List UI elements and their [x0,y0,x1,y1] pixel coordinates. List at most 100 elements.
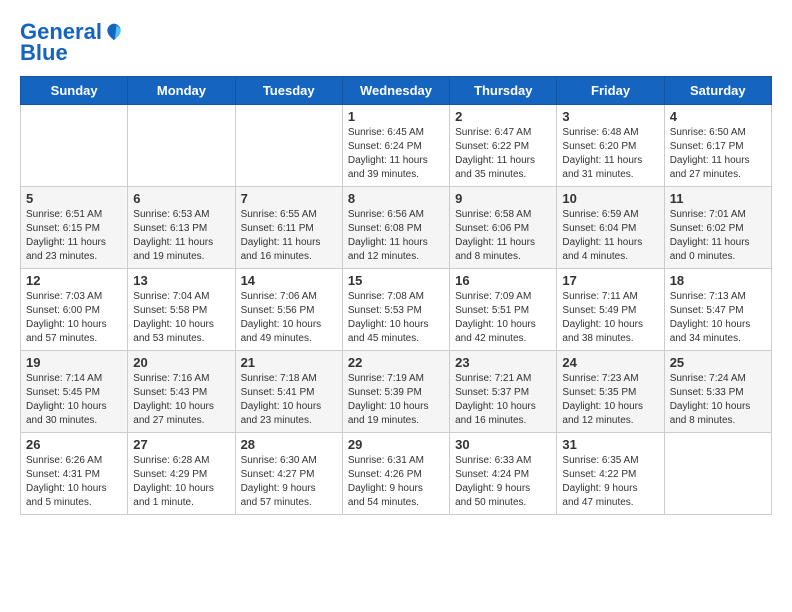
day-cell-9: 9Sunrise: 6:58 AM Sunset: 6:06 PM Daylig… [450,187,557,269]
day-info: Sunrise: 7:13 AM Sunset: 5:47 PM Dayligh… [670,290,766,346]
weekday-header-monday: Monday [128,77,235,105]
day-info: Sunrise: 6:53 AM Sunset: 6:13 PM Dayligh… [133,208,229,264]
day-info: Sunrise: 6:28 AM Sunset: 4:29 PM Dayligh… [133,454,229,510]
day-info: Sunrise: 6:35 AM Sunset: 4:22 PM Dayligh… [562,454,658,510]
day-info: Sunrise: 7:16 AM Sunset: 5:43 PM Dayligh… [133,372,229,428]
day-cell-30: 30 Sunrise: 6:33 AM Sunset: 4:24 PM Dayli… [450,433,557,515]
week-row-5: 26Sunrise: 6:26 AM Sunset: 4:31 PM Dayli… [21,433,772,515]
day-info: Sunrise: 6:47 AM Sunset: 6:22 PM Dayligh… [455,126,551,182]
empty-cell [21,105,128,187]
day-cell-27: 27 Sunrise: 6:28 AM Sunset: 4:29 PM Dayli… [128,433,235,515]
day-info: Sunrise: 6:50 AM Sunset: 6:17 PM Dayligh… [670,126,766,182]
day-info: Sunrise: 7:23 AM Sunset: 5:35 PM Dayligh… [562,372,658,428]
day-cell-7: 7 Sunrise: 6:55 AM Sunset: 6:11 PM Daylig… [235,187,342,269]
day-cell-24: 24 Sunrise: 7:23 AM Sunset: 5:35 PM Dayli… [557,351,664,433]
day-number: 14 [241,273,337,288]
day-info: Sunrise: 7:21 AM Sunset: 5:37 PM Dayligh… [455,372,551,428]
day-cell-17: 17 Sunrise: 7:11 AM Sunset: 5:49 PM Dayli… [557,269,664,351]
day-number: 11 [670,191,766,206]
day-cell-14: 14 Sunrise: 7:06 AM Sunset: 5:56 PM Dayli… [235,269,342,351]
day-number: 7 [241,191,337,206]
day-number: 20 [133,355,229,370]
day-cell-16: 16Sunrise: 7:09 AM Sunset: 5:51 PM Dayli… [450,269,557,351]
day-cell-19: 19 Sunrise: 7:14 AM Sunset: 5:45 PM Dayli… [21,351,128,433]
empty-cell [128,105,235,187]
day-info: Sunrise: 6:59 AM Sunset: 6:04 PM Dayligh… [562,208,658,264]
day-info: Sunrise: 7:14 AM Sunset: 5:45 PM Dayligh… [26,372,122,428]
weekday-header-saturday: Saturday [664,77,771,105]
day-number: 29 [348,437,444,452]
day-info: Sunrise: 7:08 AM Sunset: 5:53 PM Dayligh… [348,290,444,346]
day-info: Sunrise: 6:48 AM Sunset: 6:20 PM Dayligh… [562,126,658,182]
day-number: 2 [455,109,551,124]
day-number: 28 [241,437,337,452]
day-number: 13 [133,273,229,288]
day-info: Sunrise: 6:30 AM Sunset: 4:27 PM Dayligh… [241,454,337,510]
day-info: Sunrise: 7:18 AM Sunset: 5:41 PM Dayligh… [241,372,337,428]
weekday-header-tuesday: Tuesday [235,77,342,105]
weekday-header-thursday: Thursday [450,77,557,105]
day-number: 6 [133,191,229,206]
day-info: Sunrise: 6:51 AM Sunset: 6:15 PM Dayligh… [26,208,122,264]
week-row-2: 5 Sunrise: 6:51 AM Sunset: 6:15 PM Daylig… [21,187,772,269]
day-number: 19 [26,355,122,370]
day-info: Sunrise: 7:01 AM Sunset: 6:02 PM Dayligh… [670,208,766,264]
day-info: Sunrise: 6:56 AM Sunset: 6:08 PM Dayligh… [348,208,444,264]
day-info: Sunrise: 7:11 AM Sunset: 5:49 PM Dayligh… [562,290,658,346]
day-info: Sunrise: 6:55 AM Sunset: 6:11 PM Dayligh… [241,208,337,264]
weekday-header-friday: Friday [557,77,664,105]
day-cell-1: 1 Sunrise: 6:45 AM Sunset: 6:24 PM Daylig… [342,105,449,187]
day-info: Sunrise: 6:45 AM Sunset: 6:24 PM Dayligh… [348,126,444,182]
day-info: Sunrise: 6:33 AM Sunset: 4:24 PM Dayligh… [455,454,551,510]
weekday-header-wednesday: Wednesday [342,77,449,105]
day-cell-12: 12 Sunrise: 7:03 AM Sunset: 6:00 PM Dayli… [21,269,128,351]
day-number: 31 [562,437,658,452]
day-number: 5 [26,191,122,206]
day-info: Sunrise: 6:31 AM Sunset: 4:26 PM Dayligh… [348,454,444,510]
day-number: 15 [348,273,444,288]
day-cell-11: 11 Sunrise: 7:01 AM Sunset: 6:02 PM Dayli… [664,187,771,269]
day-number: 12 [26,273,122,288]
day-cell-25: 25 Sunrise: 7:24 AM Sunset: 5:33 PM Dayli… [664,351,771,433]
weekday-header-row: SundayMondayTuesdayWednesdayThursdayFrid… [21,77,772,105]
logo: General Blue [20,20,124,66]
day-cell-3: 3Sunrise: 6:48 AM Sunset: 6:20 PM Daylig… [557,105,664,187]
day-cell-2: 2 Sunrise: 6:47 AM Sunset: 6:22 PM Daylig… [450,105,557,187]
day-cell-6: 6 Sunrise: 6:53 AM Sunset: 6:13 PM Daylig… [128,187,235,269]
day-cell-23: 23 Sunrise: 7:21 AM Sunset: 5:37 PM Dayli… [450,351,557,433]
day-number: 9 [455,191,551,206]
day-number: 30 [455,437,551,452]
day-cell-18: 18 Sunrise: 7:13 AM Sunset: 5:47 PM Dayli… [664,269,771,351]
day-number: 16 [455,273,551,288]
day-number: 27 [133,437,229,452]
day-cell-29: 29 Sunrise: 6:31 AM Sunset: 4:26 PM Dayli… [342,433,449,515]
empty-cell [235,105,342,187]
day-number: 25 [670,355,766,370]
day-info: Sunrise: 6:26 AM Sunset: 4:31 PM Dayligh… [26,454,122,510]
day-number: 8 [348,191,444,206]
day-cell-8: 8 Sunrise: 6:56 AM Sunset: 6:08 PM Daylig… [342,187,449,269]
day-info: Sunrise: 7:06 AM Sunset: 5:56 PM Dayligh… [241,290,337,346]
empty-cell [664,433,771,515]
day-cell-4: 4Sunrise: 6:50 AM Sunset: 6:17 PM Daylig… [664,105,771,187]
day-cell-5: 5 Sunrise: 6:51 AM Sunset: 6:15 PM Daylig… [21,187,128,269]
week-row-4: 19 Sunrise: 7:14 AM Sunset: 5:45 PM Dayli… [21,351,772,433]
calendar-table: SundayMondayTuesdayWednesdayThursdayFrid… [20,76,772,515]
day-cell-21: 21 Sunrise: 7:18 AM Sunset: 5:41 PM Dayli… [235,351,342,433]
day-cell-26: 26Sunrise: 6:26 AM Sunset: 4:31 PM Dayli… [21,433,128,515]
day-info: Sunrise: 7:03 AM Sunset: 6:00 PM Dayligh… [26,290,122,346]
day-number: 22 [348,355,444,370]
day-number: 18 [670,273,766,288]
day-info: Sunrise: 7:19 AM Sunset: 5:39 PM Dayligh… [348,372,444,428]
day-number: 21 [241,355,337,370]
day-number: 23 [455,355,551,370]
day-number: 1 [348,109,444,124]
day-number: 24 [562,355,658,370]
day-cell-10: 10Sunrise: 6:59 AM Sunset: 6:04 PM Dayli… [557,187,664,269]
day-info: Sunrise: 7:24 AM Sunset: 5:33 PM Dayligh… [670,372,766,428]
day-cell-28: 28 Sunrise: 6:30 AM Sunset: 4:27 PM Dayli… [235,433,342,515]
week-row-1: 1 Sunrise: 6:45 AM Sunset: 6:24 PM Daylig… [21,105,772,187]
day-number: 17 [562,273,658,288]
day-info: Sunrise: 7:04 AM Sunset: 5:58 PM Dayligh… [133,290,229,346]
day-cell-22: 22 Sunrise: 7:19 AM Sunset: 5:39 PM Dayli… [342,351,449,433]
